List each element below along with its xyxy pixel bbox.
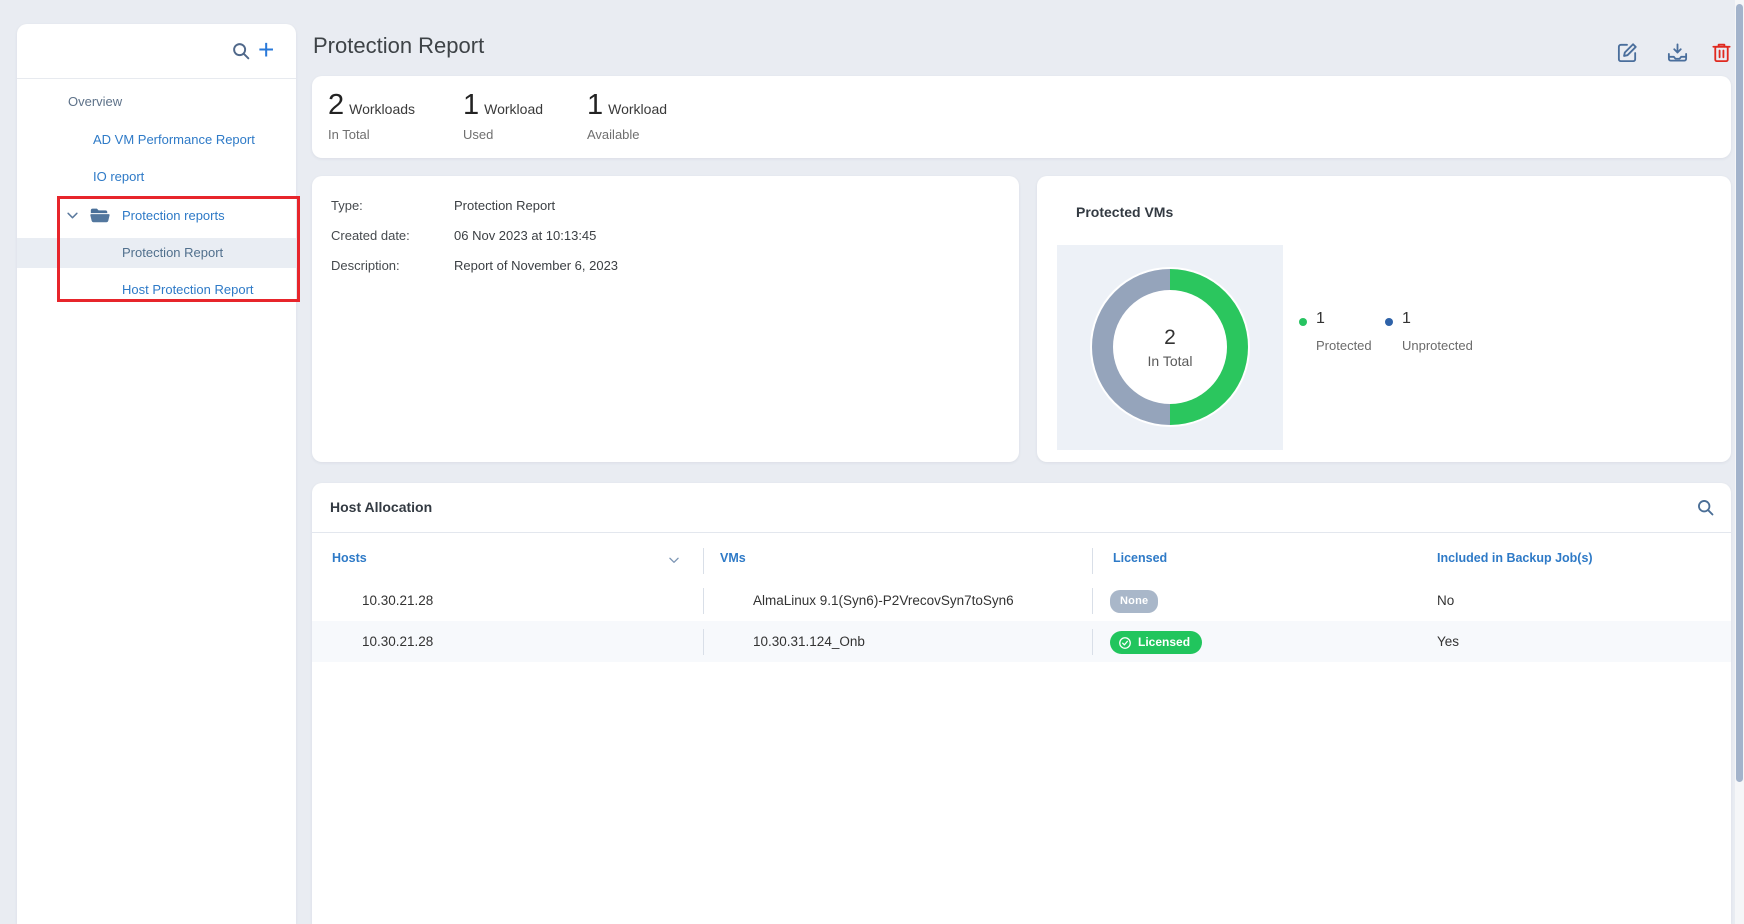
legend-protected: 1 Protected (1299, 310, 1372, 353)
stat-available-caption: Available (587, 127, 667, 142)
stat-total-caption: In Total (328, 127, 415, 142)
report-details-card: Type: Protection Report Created date: 06… (312, 176, 1019, 462)
stat-available: 1 Workload Available (587, 89, 667, 142)
column-header-included[interactable]: Included in Backup Job(s) (1437, 551, 1593, 565)
page-title: Protection Report (313, 33, 484, 59)
donut-total-value: 2 (1164, 326, 1176, 350)
stat-used-caption: Used (463, 127, 543, 142)
cell-included: Yes (1437, 633, 1459, 650)
stat-available-unit: Workload (608, 101, 667, 117)
protected-vms-title: Protected VMs (1076, 204, 1173, 220)
sidebar-divider (17, 78, 296, 79)
sidebar-item-ad-vm-performance-report[interactable]: AD VM Performance Report (93, 126, 255, 154)
export-report-icon[interactable] (1666, 41, 1689, 64)
host-allocation-title: Host Allocation (330, 499, 432, 515)
table-row[interactable]: 10.30.21.28 AlmaLinux 9.1(Syn6)-P2Vrecov… (312, 580, 1731, 621)
stat-available-value: 1 (587, 89, 603, 121)
column-divider (1092, 629, 1093, 655)
detail-row-created-date: Created date: 06 Nov 2023 at 10:13:45 (331, 226, 999, 246)
donut-center: 2 In Total (1113, 290, 1227, 404)
sidebar-item-io-report[interactable]: IO report (93, 163, 144, 191)
sidebar-group-protection-reports[interactable]: Protection reports (122, 202, 225, 230)
stat-total-unit: Workloads (349, 101, 415, 117)
legend-protected-value: 1 (1316, 310, 1372, 328)
sort-chevron-icon[interactable] (667, 553, 681, 567)
column-divider (1092, 548, 1093, 574)
sidebar-item-overview[interactable]: Overview (68, 88, 122, 116)
sidebar-item-protection-report[interactable]: Protection Report (122, 239, 223, 267)
check-circle-icon (1118, 636, 1132, 650)
workload-stats-card: 2 Workloads In Total 1 Workload Used 1 Work… (312, 76, 1731, 158)
scrollbar-thumb[interactable] (1736, 4, 1743, 782)
sidebar-item-host-protection-report[interactable]: Host Protection Report (122, 276, 254, 304)
legend-unprotected-dot (1385, 318, 1393, 326)
search-icon[interactable] (230, 40, 252, 62)
cell-vm: AlmaLinux 9.1(Syn6)-P2VrecovSyn7toSyn6 (753, 592, 1014, 609)
add-report-icon[interactable]: + (258, 34, 274, 66)
license-badge-none: None (1110, 590, 1158, 613)
detail-type-label: Type: (331, 196, 363, 216)
scrollbar-track[interactable] (1735, 0, 1744, 924)
delete-report-icon[interactable] (1710, 41, 1733, 64)
cell-host: 10.30.21.28 (362, 592, 433, 609)
sidebar: + Overview AD VM Performance Report IO r… (17, 24, 296, 924)
detail-description-value: Report of November 6, 2023 (454, 256, 618, 276)
cell-vm: 10.30.31.124_Onb (753, 633, 865, 650)
column-divider (703, 629, 704, 655)
table-row[interactable]: 10.30.21.28 10.30.31.124_Onb Licensed Ye… (312, 621, 1731, 662)
table-title-divider (312, 532, 1731, 533)
column-header-hosts[interactable]: Hosts (332, 551, 367, 565)
stat-used-unit: Workload (484, 101, 543, 117)
column-header-vms[interactable]: VMs (720, 551, 746, 565)
column-divider (703, 548, 704, 574)
column-divider (1092, 588, 1093, 614)
cell-included: No (1437, 592, 1454, 609)
protected-vms-donut-chart: 2 In Total (1092, 269, 1248, 425)
stat-used-value: 1 (463, 89, 479, 121)
column-header-licensed[interactable]: Licensed (1113, 551, 1167, 565)
column-divider (703, 588, 704, 614)
open-folder-icon (90, 206, 110, 224)
donut-chart-panel: 2 In Total (1057, 245, 1283, 450)
edit-report-icon[interactable] (1616, 41, 1639, 64)
donut-total-label: In Total (1148, 353, 1193, 369)
detail-row-description: Description: Report of November 6, 2023 (331, 256, 999, 276)
legend-protected-label: Protected (1316, 338, 1372, 353)
license-badge-licensed: Licensed (1110, 631, 1202, 654)
detail-created-value: 06 Nov 2023 at 10:13:45 (454, 226, 596, 246)
legend-unprotected-label: Unprotected (1402, 338, 1473, 353)
stat-total: 2 Workloads In Total (328, 89, 415, 142)
table-header-row: Hosts VMs Licensed Included in Backup Jo… (312, 540, 1731, 580)
protected-vms-card: Protected VMs 2 In Total 1 Protected 1 U… (1037, 176, 1731, 462)
legend-unprotected-value: 1 (1402, 310, 1473, 328)
chevron-down-icon[interactable] (65, 208, 80, 223)
legend-unprotected: 1 Unprotected (1385, 310, 1473, 353)
cell-host: 10.30.21.28 (362, 633, 433, 650)
detail-type-value: Protection Report (454, 196, 555, 216)
host-allocation-card: Host Allocation Hosts VMs Licensed Inclu… (312, 483, 1731, 924)
detail-row-type: Type: Protection Report (331, 196, 999, 216)
stat-total-value: 2 (328, 89, 344, 121)
stat-used: 1 Workload Used (463, 89, 543, 142)
sidebar-toolbar: + (17, 24, 296, 78)
detail-created-label: Created date: (331, 226, 410, 246)
legend-protected-dot (1299, 318, 1307, 326)
detail-description-label: Description: (331, 256, 400, 276)
table-search-icon[interactable] (1695, 497, 1716, 518)
